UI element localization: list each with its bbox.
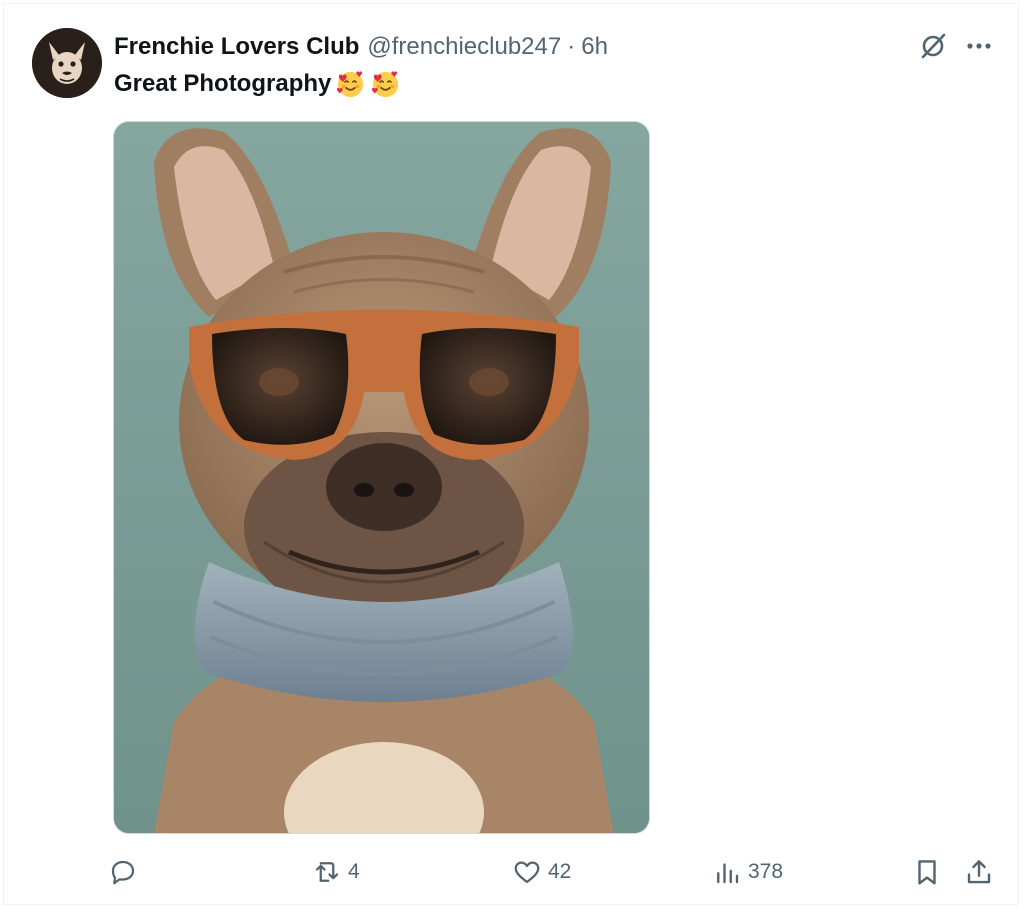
author-handle[interactable]: @frenchieclub247 — [367, 33, 561, 61]
views-bar-chart-icon — [717, 863, 739, 884]
smiling-face-with-hearts-icon — [372, 71, 399, 98]
bookmark-icon — [918, 860, 936, 885]
retweet-icon — [315, 862, 339, 882]
avatar[interactable] — [32, 28, 102, 98]
reply-icon — [111, 860, 135, 885]
views-button[interactable]: 378 — [712, 852, 783, 892]
separator-dot: · — [567, 33, 576, 60]
share-upload-icon — [967, 860, 991, 884]
tweet-time[interactable]: 6h — [581, 33, 608, 61]
retweet-count: 4 — [348, 860, 360, 883]
retweet-button[interactable]: 4 — [312, 852, 360, 892]
author-name[interactable]: Frenchie Lovers Club — [114, 33, 359, 61]
tweet-text-content: Great Photography — [114, 69, 332, 97]
french-bulldog-image — [114, 122, 649, 833]
heart-icon — [514, 861, 540, 884]
views-count: 378 — [748, 860, 784, 883]
frenchie-logo-icon — [32, 28, 102, 98]
tweet-media-image[interactable] — [113, 121, 650, 834]
like-count: 42 — [548, 860, 572, 883]
tweet-actions: 4 42 378 — [108, 852, 1000, 892]
more-options-icon[interactable] — [962, 32, 996, 60]
like-button[interactable]: 42 — [512, 852, 571, 892]
tweet-card[interactable]: Frenchie Lovers Club @frenchieclub247 · … — [3, 3, 1019, 905]
tweet-header: Frenchie Lovers Club @frenchieclub247 · … — [114, 32, 608, 62]
grok-icon[interactable] — [917, 30, 949, 62]
reply-button[interactable] — [108, 852, 144, 892]
share-button[interactable] — [964, 852, 994, 892]
tweet-text: Great Photography — [114, 68, 401, 99]
bookmark-button[interactable] — [912, 852, 942, 892]
smiling-face-with-hearts-icon — [337, 71, 364, 98]
